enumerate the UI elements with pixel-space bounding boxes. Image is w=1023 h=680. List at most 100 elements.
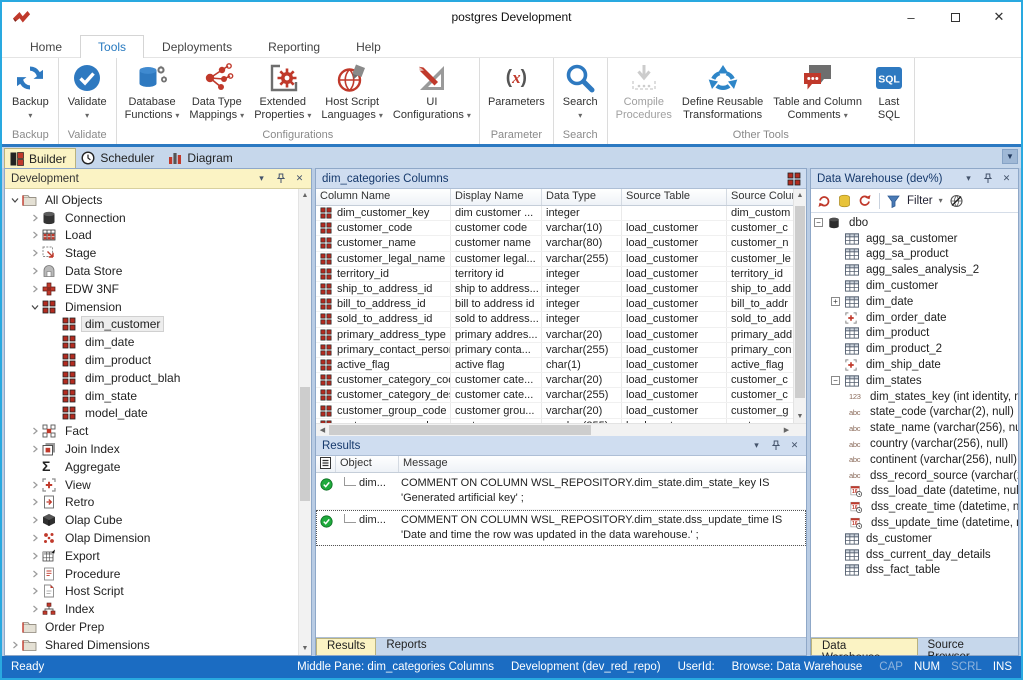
ribbon-button-parameters[interactable]: (x)Parameters xyxy=(483,59,550,109)
column-row-primary-contact-person[interactable]: primary_contact_personprimary conta...va… xyxy=(316,343,793,358)
left-panel-close-icon[interactable]: ✕ xyxy=(293,172,306,185)
tree-item-export[interactable]: Export xyxy=(5,547,298,565)
tree-item-host-script[interactable]: Host Script xyxy=(5,583,298,601)
bottom-tab-reports[interactable]: Reports xyxy=(376,638,436,655)
results-pin-icon[interactable] xyxy=(769,439,782,452)
tree-item-stage[interactable]: Stage xyxy=(5,244,298,262)
menu-tab-home[interactable]: Home xyxy=(12,35,80,58)
tree-item-procedure[interactable]: Procedure xyxy=(5,565,298,583)
browser-item-agg-sa-product[interactable]: agg_sa_product xyxy=(811,247,1018,263)
column-header-column-name[interactable]: Column Name xyxy=(316,189,451,205)
tree-item-data-store[interactable]: Data Store xyxy=(5,262,298,280)
browser-item-dbo[interactable]: −dbo xyxy=(811,215,1018,231)
left-panel-menu-caret-icon[interactable]: ▾ xyxy=(255,172,268,185)
browser-item-ds-customer[interactable]: ds_customer xyxy=(811,531,1018,547)
scroll-up-icon[interactable]: ▲ xyxy=(302,189,309,202)
tree-item-order-prep[interactable]: Order Prep xyxy=(5,618,298,636)
close-button[interactable]: ✕ xyxy=(977,2,1021,32)
globe-filter-icon[interactable] xyxy=(949,194,964,208)
browser-item-dim-order-date[interactable]: dim_order_date xyxy=(811,310,1018,326)
chevron-right-icon[interactable] xyxy=(29,498,41,506)
scroll-up-icon[interactable]: ▲ xyxy=(797,189,804,202)
tree-item-dim-date[interactable]: dim_date xyxy=(5,333,298,351)
menu-tab-tools[interactable]: Tools xyxy=(80,35,144,58)
scroll-thumb[interactable] xyxy=(329,425,591,435)
chevron-down-icon[interactable] xyxy=(29,303,41,311)
result-row-1[interactable]: dim...COMMENT ON COLUMN WSL_REPOSITORY.d… xyxy=(316,473,806,510)
tree-item-join-index[interactable]: Join Index xyxy=(5,440,298,458)
minimize-button[interactable]: – xyxy=(889,2,933,32)
browser-item-dim-date[interactable]: +dim_date xyxy=(811,294,1018,310)
browser-item-dim-states[interactable]: −dim_states xyxy=(811,373,1018,389)
chevron-right-icon[interactable] xyxy=(29,605,41,613)
tree-item-dim-customer[interactable]: dim_customer xyxy=(5,316,298,334)
scroll-left-icon[interactable]: ◀ xyxy=(316,426,329,434)
chevron-right-icon[interactable] xyxy=(29,570,41,578)
ribbon-button-database-functions[interactable]: DatabaseFunctions ▾ xyxy=(120,59,185,122)
collapse-box-icon[interactable]: − xyxy=(814,218,823,227)
browser-item-dss-create-time[interactable]: 16dss_create_time (datetime, null) xyxy=(811,499,1018,515)
column-row-ship-to-address-id[interactable]: ship_to_address_idship to address...inte… xyxy=(316,282,793,297)
left-tree-scrollbar[interactable]: ▲ ▼ xyxy=(298,189,311,655)
tree-item-edw-3nf[interactable]: EDW 3NF xyxy=(5,280,298,298)
chevron-right-icon[interactable] xyxy=(29,516,41,524)
ribbon-button-compile-procedures[interactable]: CompileProcedures xyxy=(611,59,677,122)
tree-item-dim-product[interactable]: dim_product xyxy=(5,351,298,369)
ribbon-button-search[interactable]: Search▾ xyxy=(558,59,603,122)
tree-item-dimension[interactable]: Dimension xyxy=(5,298,298,316)
browser-tab-data-warehouse[interactable]: Data Warehouse xyxy=(811,638,918,655)
filter-caret-icon[interactable]: ▾ xyxy=(939,197,943,204)
left-panel-pin-icon[interactable] xyxy=(274,172,287,185)
browser-close-icon[interactable]: ✕ xyxy=(1000,172,1013,185)
maximize-button[interactable] xyxy=(933,2,977,32)
browser-item-country[interactable]: abccountry (varchar(256), null) xyxy=(811,436,1018,452)
browser-item-agg-sa-customer[interactable]: agg_sa_customer xyxy=(811,231,1018,247)
chevron-right-icon[interactable] xyxy=(9,641,21,649)
ribbon-button-last-sql[interactable]: SQLLastSQL xyxy=(867,59,911,122)
tree-item-index[interactable]: Index xyxy=(5,600,298,618)
filter-icon[interactable] xyxy=(886,194,901,208)
menu-tab-reporting[interactable]: Reporting xyxy=(250,35,338,58)
column-header-display-name[interactable]: Display Name xyxy=(451,189,542,205)
results-selector-header[interactable] xyxy=(316,456,336,472)
browser-item-dim-states-key[interactable]: 123dim_states_key (int identity, not xyxy=(811,389,1018,405)
results-message-header[interactable]: Message xyxy=(399,456,806,472)
scroll-thumb[interactable] xyxy=(795,206,805,397)
ribbon-button-backup[interactable]: Backup▾ xyxy=(7,59,54,122)
browser-item-dss-current-day-details[interactable]: dss_current_day_details xyxy=(811,547,1018,563)
refresh-alt-icon[interactable] xyxy=(858,194,873,208)
bottom-tab-results[interactable]: Results xyxy=(316,638,376,655)
menu-tab-help[interactable]: Help xyxy=(338,35,399,58)
ribbon-button-data-type-mappings[interactable]: Data TypeMappings ▾ xyxy=(184,59,249,122)
ribbon-button-define-reusable-transformations[interactable]: Define ReusableTransformations xyxy=(677,59,768,122)
browser-item-dim-product[interactable]: dim_product xyxy=(811,326,1018,342)
view-tab-diagram[interactable]: Diagram xyxy=(163,148,241,168)
browser-item-state-code[interactable]: abcstate_code (varchar(2), null) xyxy=(811,405,1018,421)
ribbon-button-host-script-languages[interactable]: Host ScriptLanguages ▾ xyxy=(316,59,388,122)
column-row-primary-address-type[interactable]: primary_address_typeprimary addres...var… xyxy=(316,328,793,343)
browser-item-continent[interactable]: abccontinent (varchar(256), null) xyxy=(811,452,1018,468)
filter-label[interactable]: Filter xyxy=(907,195,933,207)
chevron-right-icon[interactable] xyxy=(29,267,41,275)
column-row-territory-id[interactable]: territory_idterritory idintegerload_cust… xyxy=(316,267,793,282)
expand-box-icon[interactable]: + xyxy=(831,297,840,306)
chevron-right-icon[interactable] xyxy=(29,587,41,595)
results-menu-caret-icon[interactable]: ▾ xyxy=(750,439,763,452)
browser-item-dss-update-time[interactable]: 16dss_update_time (datetime, null xyxy=(811,515,1018,531)
column-row-sold-to-address-id[interactable]: sold_to_address_idsold to address...inte… xyxy=(316,312,793,327)
column-header-source-column[interactable]: Source Column xyxy=(727,189,793,205)
tree-item-retro[interactable]: Retro xyxy=(5,494,298,512)
chevron-right-icon[interactable] xyxy=(29,481,41,489)
column-header-source-table[interactable]: Source Table xyxy=(622,189,727,205)
browser-item-dim-customer[interactable]: dim_customer xyxy=(811,278,1018,294)
chevron-right-icon[interactable] xyxy=(29,285,41,293)
chevron-right-icon[interactable] xyxy=(29,552,41,560)
view-tab-builder[interactable]: Builder xyxy=(4,148,76,168)
browser-item-dim-product-2[interactable]: dim_product_2 xyxy=(811,341,1018,357)
tree-item-all-objects[interactable]: All Objects xyxy=(5,191,298,209)
results-close-icon[interactable]: ✕ xyxy=(788,439,801,452)
scroll-right-icon[interactable]: ▶ xyxy=(780,426,793,434)
ribbon-button-validate[interactable]: Validate▾ xyxy=(63,59,112,122)
tree-item-connection[interactable]: Connection xyxy=(5,209,298,227)
refresh-browser-icon[interactable] xyxy=(816,194,831,208)
